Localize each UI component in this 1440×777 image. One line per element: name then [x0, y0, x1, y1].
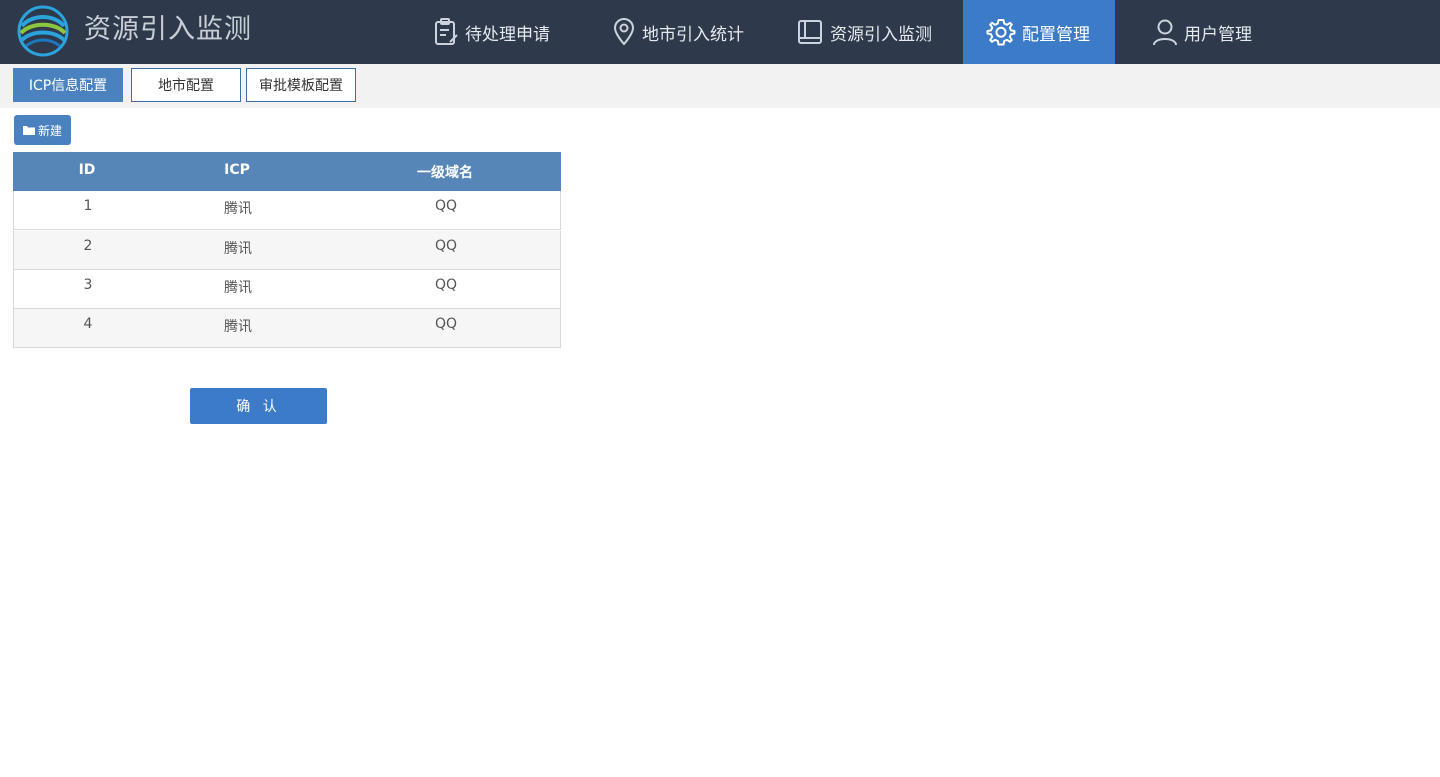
map-pin-icon [613, 18, 635, 46]
cell-icp: 腾讯 [224, 241, 252, 257]
top-nav-bar: 资源引入监测 待处理申请 地市引入统计 资源引入监测 配置管理 用户管理 [0, 0, 1440, 64]
clipboard-edit-icon [435, 18, 458, 45]
nav-label: 待处理申请 [465, 24, 550, 45]
new-button[interactable]: 新建 [14, 115, 71, 145]
cell-domain: QQ [434, 277, 458, 293]
cell-icp: 腾讯 [224, 280, 252, 296]
column-header-domain: 一级域名 [417, 165, 473, 181]
cell-domain: QQ [434, 316, 458, 332]
nav-pending-requests[interactable]: 待处理申请 [433, 0, 573, 64]
tab-icp-config[interactable]: ICP信息配置 [13, 68, 123, 102]
gear-icon [986, 19, 1016, 46]
folder-icon [22, 126, 35, 135]
tab-approval-template-config[interactable]: 审批模板配置 [246, 68, 356, 102]
nav-city-stats[interactable]: 地市引入统计 [612, 0, 762, 64]
cell-id: 2 [83, 238, 93, 254]
nav-label: 资源引入监测 [830, 24, 932, 45]
cell-icp: 腾讯 [224, 319, 252, 335]
column-header-icp: ICP [224, 162, 250, 178]
cell-id: 4 [83, 316, 93, 332]
icp-table: ID ICP 一级域名 1 腾讯 QQ 2 腾讯 QQ 3 腾讯 QQ 4 腾讯… [13, 152, 561, 350]
column-header-id: ID [78, 162, 96, 178]
sub-tab-bar: ICP信息配置 地市配置 审批模板配置 [0, 64, 1440, 108]
table-row[interactable]: 1 腾讯 QQ [13, 191, 561, 230]
table-header: ID ICP 一级域名 [13, 152, 561, 191]
nav-user-management[interactable]: 用户管理 [1152, 0, 1262, 64]
nav-label: 地市引入统计 [642, 24, 744, 45]
confirm-button[interactable]: 确 认 [190, 388, 327, 424]
new-button-label: 新建 [37, 123, 62, 138]
table-row[interactable]: 3 腾讯 QQ [13, 270, 561, 309]
app-title: 资源引入监测 [84, 14, 252, 45]
book-icon [798, 20, 822, 44]
china-mobile-logo-icon [17, 5, 69, 57]
nav-resource-monitor[interactable]: 资源引入监测 [796, 0, 946, 64]
nav-label: 用户管理 [1184, 24, 1252, 45]
nav-config-management[interactable]: 配置管理 [963, 0, 1115, 64]
cell-id: 3 [83, 277, 93, 293]
cell-domain: QQ [434, 238, 458, 254]
table-row[interactable]: 4 腾讯 QQ [13, 309, 561, 348]
nav-label: 配置管理 [1022, 24, 1090, 45]
cell-domain: QQ [434, 198, 458, 214]
tab-city-config[interactable]: 地市配置 [131, 68, 241, 102]
cell-icp: 腾讯 [224, 201, 252, 217]
table-row[interactable]: 2 腾讯 QQ [13, 231, 561, 270]
cell-id: 1 [83, 198, 93, 214]
user-icon [1153, 19, 1177, 46]
